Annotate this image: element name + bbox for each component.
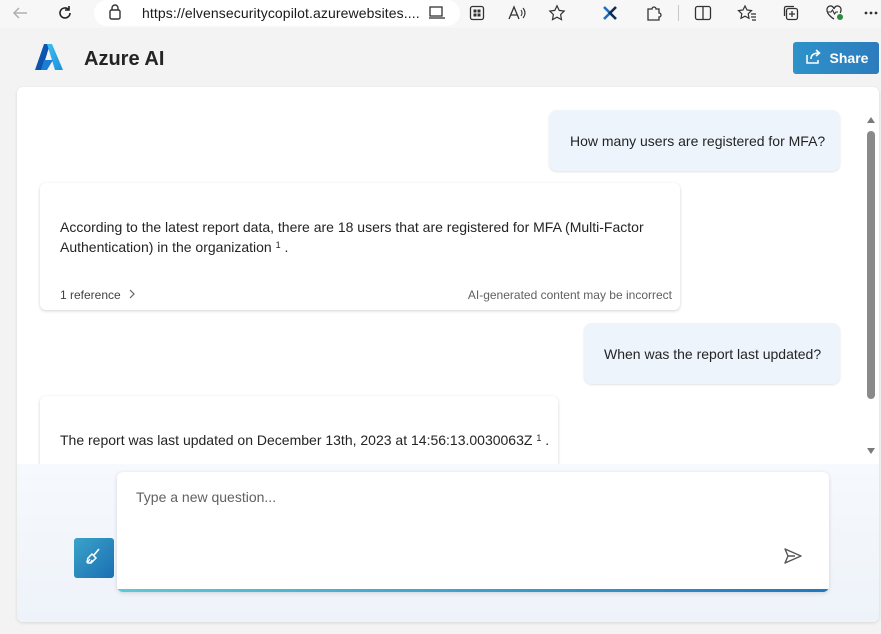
app-available-icon[interactable] xyxy=(425,2,449,24)
scroll-up-arrow-icon[interactable] xyxy=(867,117,875,123)
scroll-down-arrow-icon[interactable] xyxy=(867,448,875,454)
url-text: https://elvensecuritycopilot.azurewebsit… xyxy=(142,5,420,21)
references-toggle[interactable]: 1 reference xyxy=(60,288,135,302)
composer-area xyxy=(17,464,879,622)
user-message: How many users are registered for MFA? xyxy=(549,110,840,171)
assistant-message: The report was last updated on December … xyxy=(40,396,558,464)
more-options-icon[interactable] xyxy=(864,2,881,24)
read-aloud-icon[interactable] xyxy=(505,2,529,24)
send-button[interactable] xyxy=(781,546,805,570)
lock-icon xyxy=(108,3,122,26)
back-icon[interactable] xyxy=(8,2,32,24)
split-screen-icon[interactable] xyxy=(691,2,715,24)
ai-disclaimer: AI-generated content may be incorrect xyxy=(467,288,672,302)
extension-x-icon[interactable] xyxy=(598,2,622,24)
collections-icon[interactable] xyxy=(779,2,803,24)
reference-count: 1 reference xyxy=(60,288,121,302)
chat-panel: How many users are registered for MFA? A… xyxy=(17,87,879,622)
app-header: Azure AI Share xyxy=(0,28,881,86)
azure-logo-icon xyxy=(34,42,64,77)
user-message-text: How many users are registered for MFA? xyxy=(570,132,826,149)
share-label: Share xyxy=(829,50,869,66)
share-icon xyxy=(804,48,822,68)
citation-marker[interactable]: 1 xyxy=(276,240,281,250)
chat-transcript[interactable]: How many users are registered for MFA? A… xyxy=(17,87,879,464)
assistant-message-text: The report was last updated on December … xyxy=(60,432,550,448)
user-message: When was the report last updated? xyxy=(584,323,840,384)
favorites-icon[interactable] xyxy=(735,2,759,24)
clear-chat-button[interactable] xyxy=(74,538,114,578)
citation-marker[interactable]: 1 xyxy=(536,433,541,443)
chevron-right-icon xyxy=(129,288,135,302)
scroll-thumb[interactable] xyxy=(867,131,875,399)
input-focus-underline xyxy=(117,589,829,592)
chat-scrollbar[interactable] xyxy=(865,113,877,458)
app-title: Azure AI xyxy=(84,48,165,70)
user-message-text: When was the report last updated? xyxy=(604,345,822,362)
assistant-message-text: According to the latest report data, the… xyxy=(60,219,644,255)
browser-toolbar: https://elvensecuritycopilot.azurewebsit… xyxy=(0,0,881,28)
share-button[interactable]: Share xyxy=(793,42,879,74)
question-input-box xyxy=(117,472,829,592)
send-icon xyxy=(783,547,803,570)
grid-apps-icon[interactable] xyxy=(465,2,489,24)
broom-icon xyxy=(84,546,104,571)
assistant-message: According to the latest report data, the… xyxy=(40,183,680,310)
browser-essentials-icon[interactable] xyxy=(823,2,847,24)
toolbar-divider xyxy=(678,5,679,21)
question-input[interactable] xyxy=(117,472,829,592)
address-bar[interactable]: https://elvensecuritycopilot.azurewebsit… xyxy=(94,0,460,26)
favorite-star-icon[interactable] xyxy=(545,2,569,24)
refresh-icon[interactable] xyxy=(53,2,77,24)
extensions-puzzle-icon[interactable] xyxy=(642,2,666,24)
